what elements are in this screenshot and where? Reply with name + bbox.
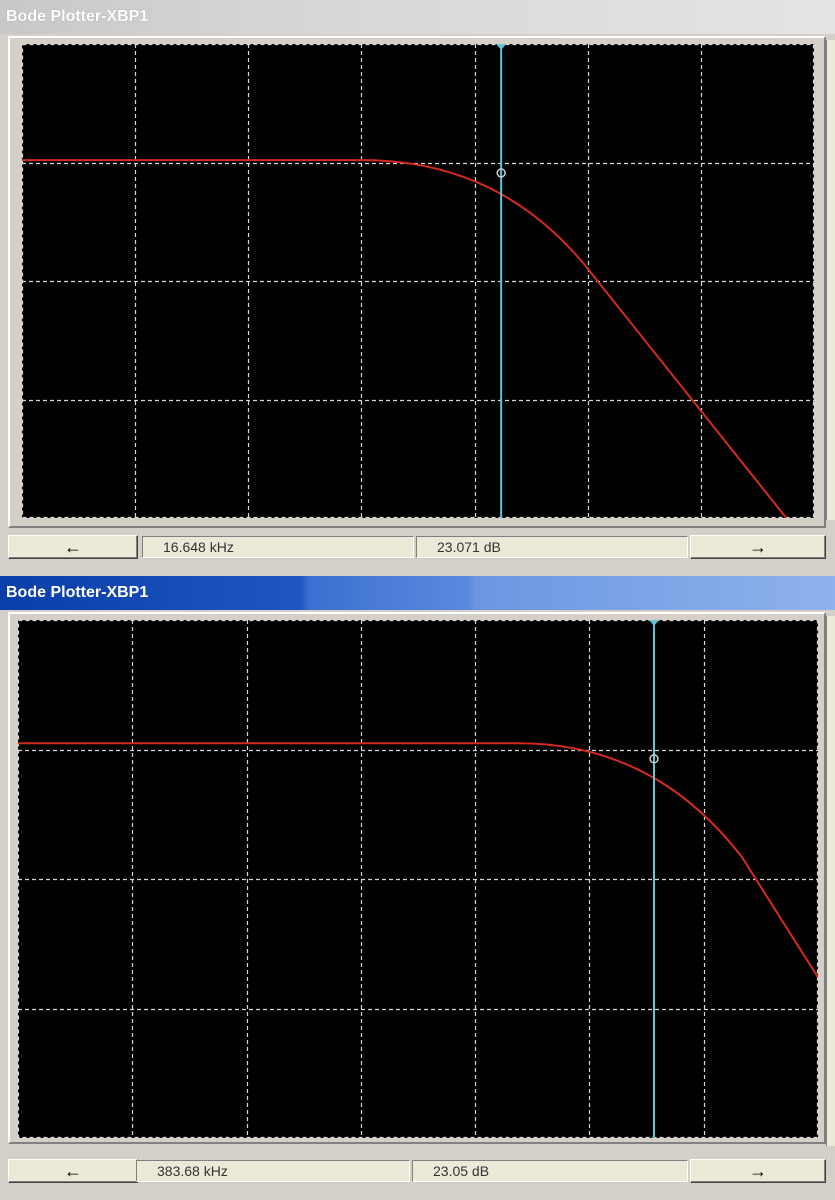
plot-frame: [8, 36, 826, 528]
cursor-right-button[interactable]: →: [690, 535, 826, 559]
frequency-readout: 383.68 kHz: [136, 1160, 410, 1182]
cursor-readout-bar: ← 16.648 kHz 23.071 dB →: [8, 535, 826, 561]
magnitude-response-curve: [18, 742, 818, 978]
arrow-right-icon: →: [749, 1161, 767, 1181]
cursor-left-button[interactable]: ←: [8, 1159, 138, 1183]
bode-plotter-window-2: Bode Plotter-XBP1 ← 383.68 kHz 23.05 dB …: [0, 576, 835, 1200]
bode-plot-svg: [18, 620, 818, 1138]
arrow-right-icon: →: [749, 537, 767, 557]
cursor-readout-bar: ← 383.68 kHz 23.05 dB →: [8, 1159, 826, 1185]
cursor-marker-icon: [649, 620, 659, 626]
cursor-left-button[interactable]: ←: [8, 535, 138, 559]
gain-readout: 23.05 dB: [412, 1160, 688, 1182]
bode-plotter-window-1: Bode Plotter-XBP1 ← 16.648 kHz 23.071 dB…: [0, 0, 835, 574]
plot-frame: [8, 612, 826, 1144]
side-scroll-strip[interactable]: [826, 40, 835, 520]
bode-plot-area[interactable]: [18, 620, 818, 1138]
cursor-marker-icon: [496, 44, 507, 50]
bode-plot-svg: [22, 44, 814, 518]
bode-plot-area[interactable]: [22, 44, 814, 518]
arrow-left-icon: ←: [64, 537, 82, 557]
cursor-right-button[interactable]: →: [690, 1159, 826, 1183]
magnitude-response-curve: [22, 159, 788, 518]
side-scroll-strip[interactable]: [826, 616, 835, 1146]
frequency-readout: 16.648 kHz: [142, 536, 414, 558]
window-title-bar[interactable]: Bode Plotter-XBP1: [0, 576, 835, 610]
arrow-left-icon: ←: [64, 1161, 82, 1181]
window-title-bar[interactable]: Bode Plotter-XBP1: [0, 0, 835, 34]
gain-readout: 23.071 dB: [416, 536, 688, 558]
